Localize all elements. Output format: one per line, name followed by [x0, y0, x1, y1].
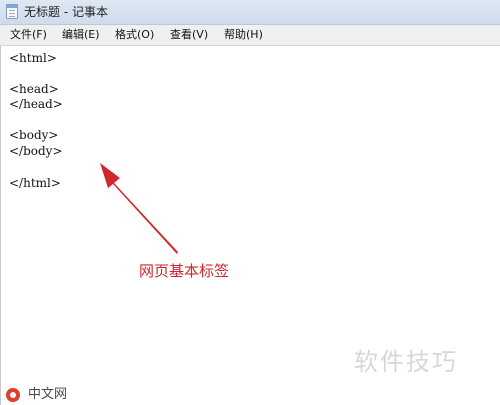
notepad-window: 无标题 - 记事本 文件(F) 编辑(E) 格式(O) 查看(V) 帮助(H) … — [0, 0, 500, 405]
code-line-html-open: <html> — [9, 51, 57, 65]
annotation-label: 网页基本标签 — [139, 262, 230, 280]
code-line-body-open: <body> — [9, 128, 59, 142]
menu-help[interactable]: 帮助(H) — [222, 27, 265, 43]
php-logo-icon — [6, 388, 20, 402]
watermark-left-text: 中文网 — [28, 387, 68, 402]
code-line-html-close: </html> — [9, 176, 61, 190]
notepad-icon — [6, 4, 18, 19]
menu-bar: 文件(F) 编辑(E) 格式(O) 查看(V) 帮助(H) — [0, 25, 500, 46]
title-bar[interactable]: 无标题 - 记事本 — [0, 0, 500, 25]
menu-edit[interactable]: 编辑(E) — [60, 27, 102, 43]
watermark-right: 软件技巧 — [354, 348, 458, 376]
menu-file[interactable]: 文件(F) — [8, 27, 49, 43]
menu-view[interactable]: 查看(V) — [168, 27, 210, 43]
menu-format[interactable]: 格式(O) — [113, 27, 156, 43]
code-line-body-close: </body> — [9, 144, 63, 158]
window-title: 无标题 - 记事本 — [24, 5, 108, 19]
code-line-head-close: </head> — [9, 97, 63, 111]
code-line-head-open: <head> — [9, 82, 59, 96]
